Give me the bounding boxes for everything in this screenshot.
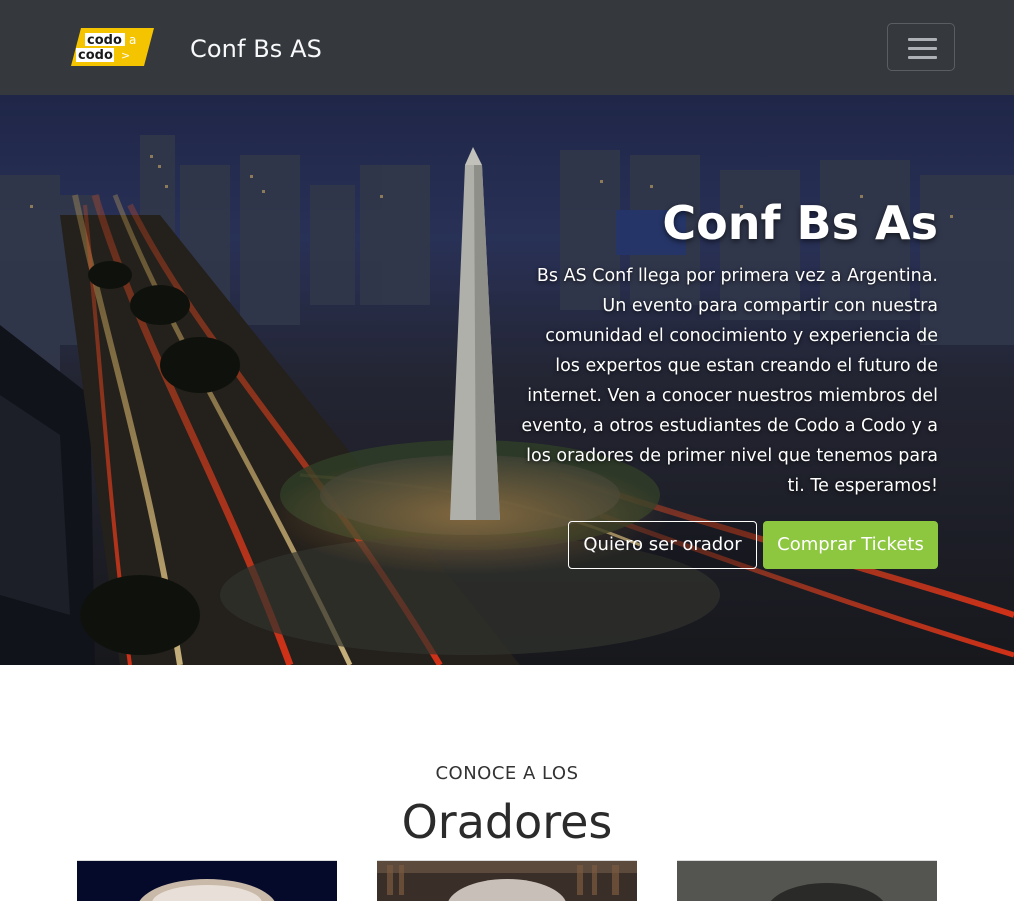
logo-text-a: a bbox=[129, 33, 136, 47]
speaker-card[interactable] bbox=[677, 860, 937, 901]
logo-text-arrow: > bbox=[121, 49, 130, 62]
hamburger-icon bbox=[908, 38, 937, 41]
speaker-card[interactable] bbox=[377, 860, 637, 901]
logo-text-bottom: codo bbox=[78, 48, 113, 63]
speakers-title: Oradores bbox=[401, 795, 613, 849]
hero-section: Conf Bs As Bs AS Conf llega por primera … bbox=[0, 95, 1014, 665]
logo-text-top: codo bbox=[87, 33, 122, 48]
speaker-photo bbox=[77, 861, 337, 901]
speaker-card[interactable] bbox=[77, 860, 337, 901]
hamburger-icon-middle bbox=[908, 47, 937, 50]
speakers-subtitle: CONOCE A LOS bbox=[435, 763, 579, 784]
navbar: codo codo a > Conf Bs AS bbox=[0, 0, 1014, 95]
speaker-photo bbox=[677, 861, 937, 901]
hero-description: Bs AS Conf llega por primera vez a Argen… bbox=[521, 266, 938, 496]
speaker-photo bbox=[377, 861, 637, 901]
brand-title[interactable]: Conf Bs AS bbox=[190, 32, 322, 66]
buy-tickets-button[interactable]: Comprar Tickets bbox=[763, 521, 938, 569]
menu-toggle-button[interactable] bbox=[887, 23, 955, 71]
hero-title: Conf Bs As bbox=[662, 196, 938, 250]
hamburger-icon-bottom bbox=[908, 56, 937, 59]
become-speaker-button[interactable]: Quiero ser orador bbox=[568, 521, 757, 569]
codo-a-codo-logo[interactable]: codo codo a > bbox=[71, 28, 154, 66]
